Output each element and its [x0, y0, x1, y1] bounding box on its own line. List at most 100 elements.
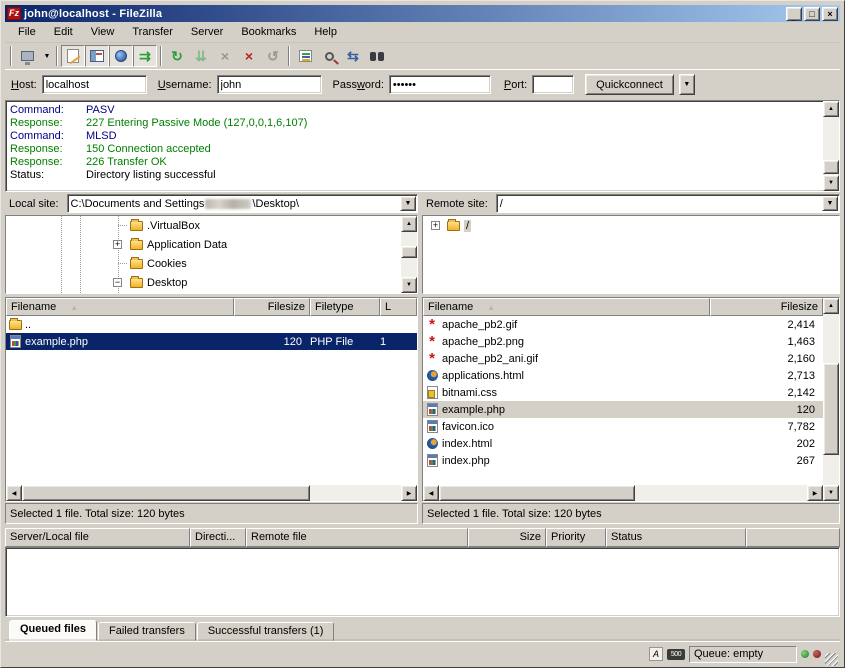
synchronized-browsing-button[interactable]: ⇆ [341, 45, 365, 67]
tree-item-application-data[interactable]: + Application Data [6, 235, 401, 254]
remote-horizontal-scrollbar[interactable]: ◀ ▶ [423, 485, 823, 501]
reconnect-button[interactable]: ↺ [261, 45, 285, 67]
menu-bookmarks[interactable]: Bookmarks [232, 24, 305, 40]
file-row-parent-dir[interactable]: .. [6, 316, 417, 333]
file-row[interactable]: favicon.ico 7,782 [423, 418, 823, 435]
close-button[interactable]: × [822, 7, 838, 21]
tab-queued-files[interactable]: Queued files [9, 620, 97, 641]
scroll-thumb[interactable] [439, 485, 635, 501]
menu-transfer[interactable]: Transfer [123, 24, 182, 40]
scroll-down-icon[interactable]: ▼ [823, 175, 839, 191]
minimize-button[interactable]: _ [786, 7, 802, 21]
filter-button[interactable] [293, 45, 317, 67]
toolbar-separator [10, 46, 12, 66]
menu-view[interactable]: View [82, 24, 124, 40]
file-row[interactable]: bitnami.css 2,142 [423, 384, 823, 401]
folder-icon [8, 318, 22, 332]
column-header-filename[interactable]: Filename▲ [6, 298, 234, 316]
file-row[interactable]: index.php 267 [423, 452, 823, 469]
column-header-modified[interactable]: L [380, 298, 417, 316]
log-vertical-scrollbar[interactable]: ▲ ▼ [823, 101, 839, 191]
column-header-priority[interactable]: Priority [546, 528, 606, 547]
refresh-button[interactable]: ↻ [165, 45, 189, 67]
directory-comparison-button[interactable] [317, 45, 341, 67]
toggle-remote-tree-button[interactable] [109, 45, 133, 67]
scroll-down-icon[interactable]: ▼ [823, 485, 839, 501]
file-row[interactable]: *apache_pb2.gif 2,414 [423, 316, 823, 333]
file-row[interactable]: *apache_pb2_ani.gif 2,160 [423, 350, 823, 367]
process-queue-button[interactable]: ⇊ [189, 45, 213, 67]
username-input[interactable] [217, 75, 322, 94]
tree-item-desktop[interactable]: − Desktop [6, 273, 401, 292]
image-file-icon: * [425, 352, 439, 366]
maximize-button[interactable]: □ [804, 7, 820, 21]
disconnect-icon: × [245, 49, 253, 63]
scroll-right-icon[interactable]: ▶ [807, 485, 823, 501]
site-manager-dropdown[interactable]: ▼ [39, 45, 53, 67]
scroll-up-icon[interactable]: ▲ [401, 216, 417, 232]
remote-vertical-scrollbar[interactable]: ▲ ▼ [823, 298, 839, 501]
tab-successful-transfers[interactable]: Successful transfers (1) [197, 622, 335, 641]
expand-icon[interactable]: + [431, 221, 440, 230]
toolbar-separator [288, 46, 290, 66]
scroll-thumb[interactable] [22, 485, 310, 501]
scroll-thumb[interactable] [823, 363, 839, 455]
toggle-local-tree-button[interactable] [85, 45, 109, 67]
collapse-icon[interactable]: − [113, 278, 122, 287]
tree-item-root[interactable]: + / [423, 216, 839, 235]
host-input[interactable] [42, 75, 147, 94]
scroll-down-icon[interactable]: ▼ [401, 277, 417, 293]
resize-grip[interactable] [825, 653, 838, 666]
expand-icon[interactable]: + [113, 240, 122, 249]
port-input[interactable] [532, 75, 574, 94]
column-header-direction[interactable]: Directi... [190, 528, 246, 547]
reconnect-icon: ↺ [267, 49, 279, 63]
scroll-up-icon[interactable]: ▲ [823, 298, 839, 314]
password-input[interactable] [389, 75, 491, 94]
menu-edit[interactable]: Edit [45, 24, 82, 40]
toggle-message-log-button[interactable] [61, 45, 85, 67]
file-row-selected[interactable]: example.php 120 [423, 401, 823, 418]
log-line: Response:227 Entering Passive Mode (127,… [10, 117, 823, 130]
site-manager-button[interactable] [15, 45, 39, 67]
column-header-filesize[interactable]: Filesize [710, 298, 823, 316]
scroll-thumb[interactable] [823, 160, 839, 174]
file-row[interactable]: applications.html 2,713 [423, 367, 823, 384]
local-tree-vertical-scrollbar[interactable]: ▲ ▼ [401, 216, 417, 293]
cancel-button[interactable]: × [213, 45, 237, 67]
local-site-combobox[interactable]: C:\Documents and Settings\Desktop\ ▼ [67, 194, 418, 213]
scroll-up-icon[interactable]: ▲ [823, 101, 839, 117]
file-row-example-php[interactable]: example.php 120 PHP File 1 [6, 333, 417, 350]
toggle-queue-button[interactable]: ⇉ [133, 45, 157, 67]
transfer-type-icon[interactable]: A [649, 647, 663, 661]
tab-failed-transfers[interactable]: Failed transfers [98, 622, 196, 641]
tree-item-cookies[interactable]: Cookies [6, 254, 401, 273]
column-header-size[interactable]: Size [468, 528, 546, 547]
menu-file[interactable]: File [9, 24, 45, 40]
scroll-left-icon[interactable]: ◀ [423, 485, 439, 501]
find-files-button[interactable] [365, 45, 389, 67]
quickconnect-button[interactable]: Quickconnect [585, 74, 674, 95]
host-label: Host: [11, 79, 37, 91]
tree-item-virtualbox[interactable]: .VirtualBox [6, 216, 401, 235]
remote-site-combobox[interactable]: / ▼ [496, 194, 840, 213]
file-row[interactable]: *apache_pb2.png 1,463 [423, 333, 823, 350]
scroll-left-icon[interactable]: ◀ [6, 485, 22, 501]
column-header-filetype[interactable]: Filetype [310, 298, 380, 316]
quickconnect-dropdown[interactable]: ▼ [679, 74, 695, 95]
column-header-server-local-file[interactable]: Server/Local file [5, 528, 190, 547]
disconnect-button[interactable]: × [237, 45, 261, 67]
combo-dropdown-icon[interactable]: ▼ [400, 196, 416, 211]
file-row[interactable]: index.html 202 [423, 435, 823, 452]
column-header-filesize[interactable]: Filesize [234, 298, 310, 316]
scroll-right-icon[interactable]: ▶ [401, 485, 417, 501]
column-header-filename[interactable]: Filename▲ [423, 298, 710, 316]
column-header-status[interactable]: Status [606, 528, 746, 547]
speed-limit-icon[interactable]: 500 [667, 649, 685, 660]
combo-dropdown-icon[interactable]: ▼ [822, 196, 838, 211]
scroll-thumb[interactable] [401, 246, 417, 258]
local-horizontal-scrollbar[interactable]: ◀ ▶ [6, 485, 417, 501]
menu-help[interactable]: Help [305, 24, 346, 40]
column-header-remote-file[interactable]: Remote file [246, 528, 468, 547]
menu-server[interactable]: Server [182, 24, 232, 40]
